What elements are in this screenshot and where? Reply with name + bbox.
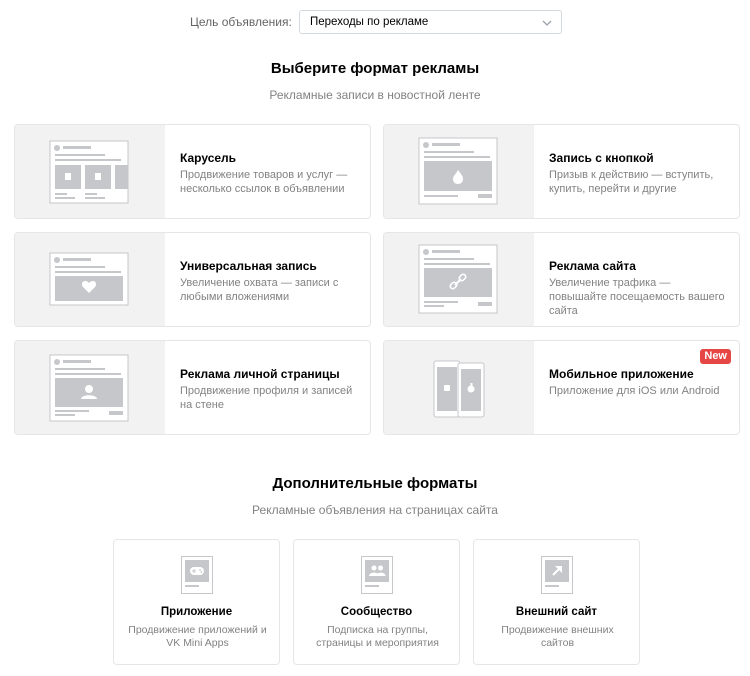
format-card-personal-page[interactable]: Реклама личной страницы Продвижение проф… [14, 340, 371, 435]
new-badge: New [700, 349, 731, 364]
site-ad-preview-icon [384, 233, 534, 326]
extra-card-app[interactable]: Приложение Продвижение приложений и VK M… [113, 539, 280, 665]
extra-card-community[interactable]: Сообщество Подписка на группы, страницы … [293, 539, 460, 665]
extra-desc: Продвижение внешних сайтов [501, 624, 614, 649]
extra-card-external-site[interactable]: Внешний сайт Продвижение внешних сайтов [473, 539, 640, 665]
goal-select[interactable]: Переходы по рекламе [299, 10, 562, 34]
goal-label: Цель объявления: [190, 15, 292, 29]
feed-section-title: Выберите формат рекламы [270, 60, 480, 77]
chevron-down-icon [542, 20, 552, 26]
personal-page-preview-icon [15, 341, 165, 434]
extra-desc: Подписка на группы, страницы и мероприят… [316, 624, 439, 649]
extra-title: Сообщество [340, 606, 413, 618]
universal-post-preview-icon [15, 233, 165, 326]
format-title: Карусель [180, 151, 237, 165]
gamepad-icon [181, 556, 213, 594]
format-desc: Призыв к действию — вступить, купить, пе… [549, 169, 714, 195]
format-title: Запись с кнопкой [549, 151, 654, 165]
format-card-site-ad[interactable]: Реклама сайта Увеличение трафика — повыш… [383, 232, 740, 327]
extra-desc: Продвижение приложений и VK Mini Apps [128, 624, 267, 649]
format-title: Мобильное приложение [549, 367, 694, 381]
format-desc: Продвижение профиля и записей на стене [180, 385, 353, 411]
format-desc: Увеличение трафика — повышайте посещаемо… [549, 277, 725, 317]
button-post-preview-icon [384, 125, 534, 218]
mobile-app-preview-icon [384, 341, 534, 434]
format-title: Реклама сайта [549, 259, 636, 273]
carousel-preview-icon [15, 125, 165, 218]
format-card-button-post[interactable]: Запись с кнопкой Призыв к действию — вст… [383, 124, 740, 219]
external-link-icon [541, 556, 573, 594]
format-desc: Приложение для iOS или Android [549, 385, 720, 397]
format-title: Универсальная запись [180, 259, 317, 273]
extra-section-subtitle: Рекламные объявления на страницах сайта [252, 503, 498, 517]
goal-row: Цель объявления: Переходы по рекламе [0, 10, 750, 34]
goal-select-value: Переходы по рекламе [310, 16, 429, 28]
community-icon [361, 556, 393, 594]
extra-title: Приложение [160, 606, 233, 618]
extra-section-title: Дополнительные форматы [272, 475, 478, 492]
format-desc: Продвижение товаров и услуг — несколько … [180, 169, 348, 195]
format-desc: Увеличение охвата — записи с любыми влож… [180, 277, 339, 303]
extra-title: Внешний сайт [515, 606, 598, 618]
format-card-mobile-app[interactable]: Мобильное приложение Приложение для iOS … [383, 340, 740, 435]
format-card-universal-post[interactable]: Универсальная запись Увеличение охвата —… [14, 232, 371, 327]
feed-section-subtitle: Рекламные записи в новостной ленте [269, 88, 481, 102]
format-card-carousel[interactable]: Карусель Продвижение товаров и услуг — н… [14, 124, 371, 219]
format-title: Реклама личной страницы [180, 367, 340, 381]
